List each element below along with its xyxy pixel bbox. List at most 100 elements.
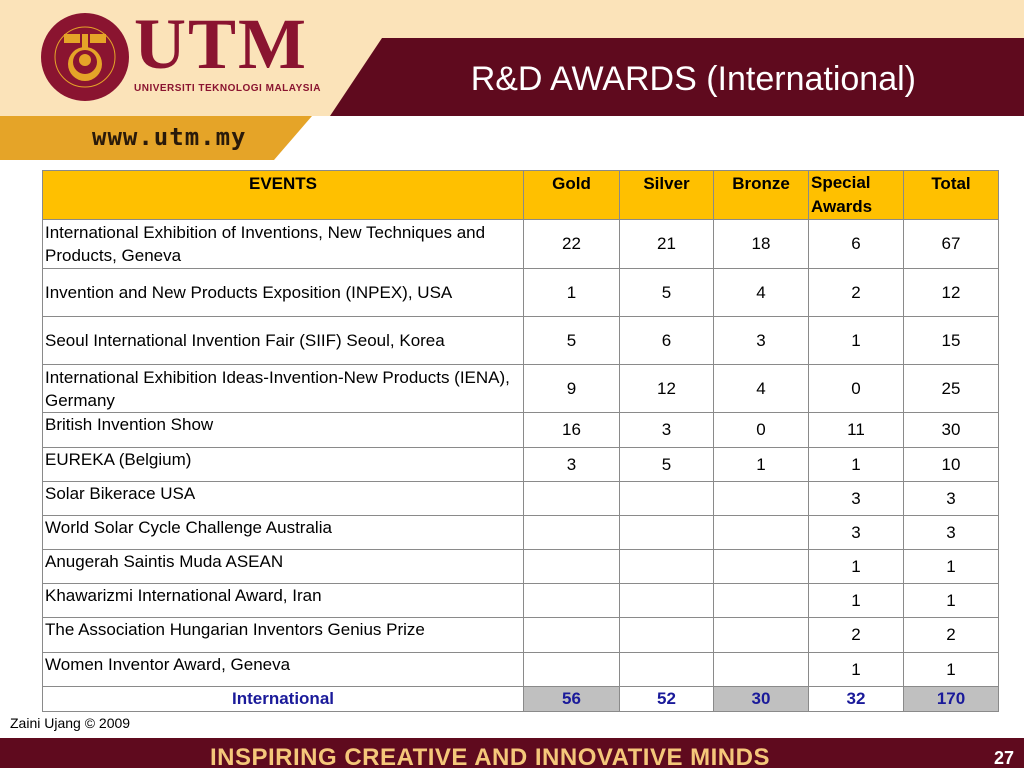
table-cell: 30	[903, 412, 999, 448]
website-url: www.utm.my	[92, 123, 247, 151]
table-cell: 3	[808, 515, 904, 550]
event-name: International Exhibition of Inventions, …	[42, 219, 524, 269]
event-name: Anugerah Saintis Muda ASEAN	[42, 549, 524, 584]
col-gold: Gold	[523, 170, 620, 220]
table-cell: 5	[619, 447, 714, 482]
table-cell: 12	[903, 268, 999, 317]
slide-title: R&D AWARDS (International)	[470, 60, 916, 98]
table-cell	[619, 549, 714, 584]
table-cell: 1	[808, 652, 904, 687]
table-cell	[713, 481, 809, 516]
table-cell	[619, 583, 714, 618]
table-cell: 3	[713, 316, 809, 365]
table-cell	[523, 549, 620, 584]
table-row: World Solar Cycle Challenge Australia 3 3	[42, 515, 999, 550]
table-row: Women Inventor Award, Geneva 1 1	[42, 652, 999, 687]
table-cell: 1	[808, 447, 904, 482]
utm-seal-icon	[41, 13, 129, 101]
awards-table: EVENTS Gold Silver Bronze Special Awards…	[42, 170, 999, 712]
table-cell: 22	[523, 219, 620, 269]
page-number: 27	[993, 748, 1014, 768]
table-cell: 1	[808, 316, 904, 365]
table-cell: 2	[808, 617, 904, 653]
col-bronze: Bronze	[713, 170, 809, 220]
table-cell	[619, 617, 714, 653]
table-header-row: EVENTS Gold Silver Bronze Special Awards…	[42, 170, 999, 220]
total-cell: 52	[619, 686, 714, 712]
col-silver: Silver	[619, 170, 714, 220]
col-events: EVENTS	[42, 170, 524, 220]
table-row: Khawarizmi International Award, Iran 1 1	[42, 583, 999, 618]
table-cell: 1	[523, 268, 620, 317]
event-name: British Invention Show	[42, 412, 524, 448]
table-row: Solar Bikerace USA 3 3	[42, 481, 999, 516]
table-cell	[523, 481, 620, 516]
table-cell: 4	[713, 268, 809, 317]
total-cell: 170	[903, 686, 999, 712]
table-row: EUREKA (Belgium) 3 5 1 1 10	[42, 447, 999, 482]
table-cell: 12	[619, 364, 714, 413]
event-name: World Solar Cycle Challenge Australia	[42, 515, 524, 550]
table-cell: 3	[903, 481, 999, 516]
event-name: International Exhibition Ideas-Invention…	[42, 364, 524, 413]
table-cell	[619, 652, 714, 687]
table-cell: 18	[713, 219, 809, 269]
event-name: The Association Hungarian Inventors Geni…	[42, 617, 524, 653]
table-cell: 1	[903, 549, 999, 584]
col-total: Total	[903, 170, 999, 220]
event-name: Khawarizmi International Award, Iran	[42, 583, 524, 618]
table-cell: 25	[903, 364, 999, 413]
table-row: International Exhibition of Inventions, …	[42, 219, 999, 269]
totals-row: International 56 52 30 32 170	[42, 686, 999, 712]
table-cell: 4	[713, 364, 809, 413]
table-cell: 3	[808, 481, 904, 516]
table-cell: 2	[903, 617, 999, 653]
table-cell	[523, 583, 620, 618]
total-cell: 30	[713, 686, 809, 712]
table-cell: 1	[808, 549, 904, 584]
utm-logo-subtitle: UNIVERSITI TEKNOLOGI MALAYSIA	[134, 83, 321, 94]
table-cell	[523, 515, 620, 550]
table-cell	[619, 515, 714, 550]
table-row: British Invention Show 16 3 0 11 30	[42, 412, 999, 448]
table-cell: 10	[903, 447, 999, 482]
event-name: EUREKA (Belgium)	[42, 447, 524, 482]
table-cell: 21	[619, 219, 714, 269]
table-cell: 15	[903, 316, 999, 365]
table-cell: 5	[619, 268, 714, 317]
utm-logo-text: UTM	[134, 4, 308, 84]
table-cell: 0	[808, 364, 904, 413]
table-cell: 1	[713, 447, 809, 482]
table-cell	[713, 515, 809, 550]
total-cell: 32	[808, 686, 904, 712]
totals-label: International	[42, 686, 524, 712]
table-cell: 16	[523, 412, 620, 448]
event-name: Women Inventor Award, Geneva	[42, 652, 524, 687]
table-cell: 2	[808, 268, 904, 317]
event-name: Solar Bikerace USA	[42, 481, 524, 516]
table-row: The Association Hungarian Inventors Geni…	[42, 617, 999, 653]
table-cell: 9	[523, 364, 620, 413]
table-cell: 1	[903, 583, 999, 618]
table-cell: 11	[808, 412, 904, 448]
table-cell	[619, 481, 714, 516]
col-special: Special Awards	[808, 170, 904, 220]
table-cell	[713, 617, 809, 653]
table-cell: 3	[619, 412, 714, 448]
table-cell	[713, 549, 809, 584]
table-cell: 3	[903, 515, 999, 550]
table-cell: 3	[523, 447, 620, 482]
table-cell: 6	[619, 316, 714, 365]
table-cell: 5	[523, 316, 620, 365]
table-cell: 67	[903, 219, 999, 269]
table-row: International Exhibition Ideas-Invention…	[42, 364, 999, 413]
table-cell: 1	[808, 583, 904, 618]
table-row: Invention and New Products Exposition (I…	[42, 268, 999, 317]
total-cell: 56	[523, 686, 620, 712]
table-cell: 1	[903, 652, 999, 687]
table-cell	[523, 652, 620, 687]
table-cell: 6	[808, 219, 904, 269]
table-row: Anugerah Saintis Muda ASEAN 1 1	[42, 549, 999, 584]
event-name: Invention and New Products Exposition (I…	[42, 268, 524, 317]
table-cell	[713, 652, 809, 687]
